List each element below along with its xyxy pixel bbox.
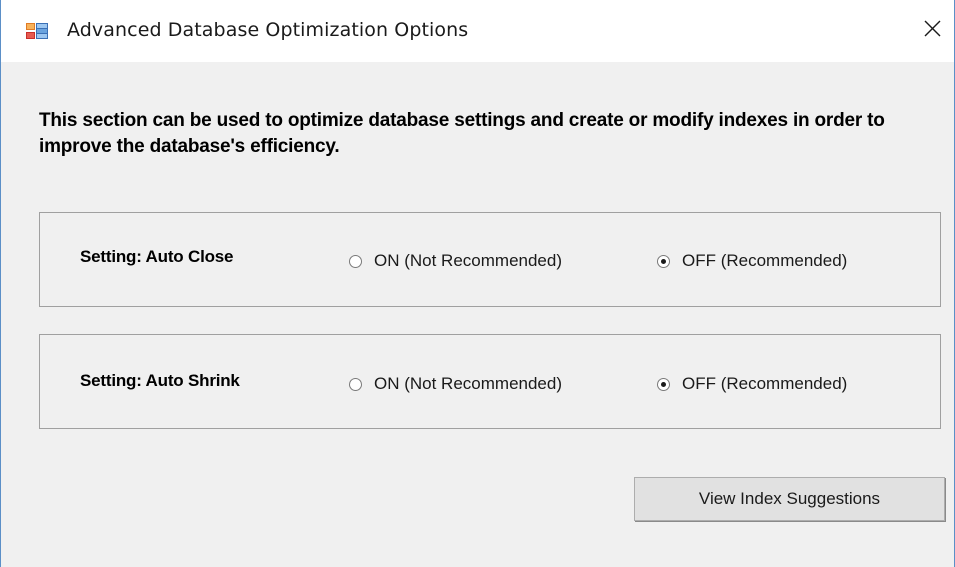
title-bar[interactable]: Advanced Database Optimization Options (1, 0, 954, 62)
setting-group-auto-shrink: Setting: Auto Shrink ON (Not Recommended… (39, 334, 941, 429)
setting-label-auto-close: Setting: Auto Close (80, 247, 234, 266)
database-app-icon (26, 21, 48, 41)
close-icon (924, 20, 941, 37)
radio-label[interactable]: OFF (Recommended) (682, 251, 847, 271)
radio-circle-checked-icon[interactable] (657, 377, 670, 391)
dialog-window: Advanced Database Optimization Options T… (0, 0, 955, 567)
view-index-suggestions-button[interactable]: View Index Suggestions (634, 477, 945, 521)
setting-group-auto-close: Setting: Auto Close ON (Not Recommended)… (39, 212, 941, 307)
intro-text: This section can be used to optimize dat… (39, 110, 885, 157)
setting-label-auto-shrink: Setting: Auto Shrink (80, 371, 240, 390)
radio-label[interactable]: ON (Not Recommended) (374, 374, 562, 394)
radio-auto-shrink-off[interactable]: OFF (Recommended) (657, 374, 847, 394)
radio-auto-close-off[interactable]: OFF (Recommended) (657, 251, 847, 271)
radio-label[interactable]: ON (Not Recommended) (374, 251, 562, 271)
radio-auto-close-on[interactable]: ON (Not Recommended) (349, 251, 562, 271)
radio-circle-icon[interactable] (349, 254, 362, 268)
radio-label[interactable]: OFF (Recommended) (682, 374, 847, 394)
radio-circle-checked-icon[interactable] (657, 254, 670, 268)
radio-auto-shrink-on[interactable]: ON (Not Recommended) (349, 374, 562, 394)
close-button[interactable] (914, 10, 950, 46)
window-title: Advanced Database Optimization Options (67, 19, 469, 41)
radio-circle-icon[interactable] (349, 377, 362, 391)
